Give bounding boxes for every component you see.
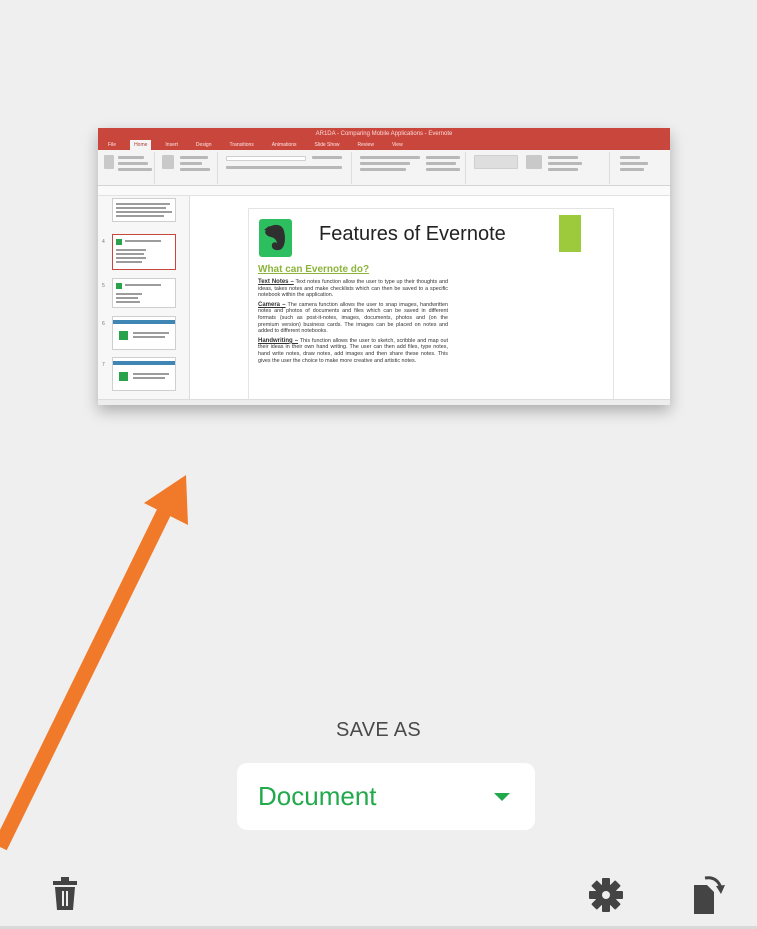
ribbon-group-clipboard	[100, 152, 155, 184]
ribbon-group-slides	[158, 152, 218, 184]
ribbon-group-drawing	[470, 152, 610, 184]
slide-thumbnails-pane: 4 5 6 7	[98, 196, 190, 399]
ribbon-tab: Insert	[165, 142, 178, 148]
dropdown-caret-icon	[494, 793, 510, 801]
ribbon-tab: Transitions	[229, 142, 254, 148]
slide-thumbnail	[112, 316, 176, 350]
delete-button[interactable]	[53, 877, 77, 910]
slide-thumbnail-selected	[112, 234, 176, 270]
powerpoint-status-bar	[98, 399, 670, 405]
save-as-label: SAVE AS	[335, 719, 422, 741]
slide-subtitle: What can Evernote do?	[258, 264, 370, 275]
gear-icon	[589, 878, 623, 912]
quick-access-toolbar	[98, 186, 670, 196]
ribbon-tab: File	[108, 142, 117, 148]
settings-button[interactable]	[589, 878, 623, 912]
rotate-button[interactable]	[691, 872, 725, 914]
slide-paragraph: Camera – The camera function allows the …	[258, 301, 448, 335]
slide-thumbnail	[112, 278, 176, 308]
slide-thumbnail	[112, 198, 176, 222]
trash-icon	[53, 877, 77, 910]
slide-paragraph: Handwriting – This function allows the u…	[258, 337, 448, 364]
slide-accent-bar	[559, 215, 581, 252]
scanned-image-preview[interactable]: AR1DA - Comparing Mobile Applications - …	[98, 128, 670, 405]
ribbon-tab: Review	[357, 142, 374, 148]
ribbon-tab: Design	[195, 142, 212, 148]
save-format-dropdown[interactable]: Document	[237, 763, 535, 830]
powerpoint-ribbon-tabs: File Home Insert Design Transitions Animation…	[98, 140, 670, 150]
selected-format: Document	[258, 781, 377, 811]
rotate-icon	[694, 876, 725, 914]
slide-canvas: Features of Evernote What can Evernote d…	[248, 208, 614, 401]
slide-title: Features of Evernote	[319, 223, 506, 245]
ribbon-tab: Slide Show	[314, 142, 340, 148]
ribbon-group-paragraph	[356, 152, 466, 184]
evernote-logo	[259, 219, 292, 257]
ribbon-group-font	[222, 152, 352, 184]
ribbon-group-editing	[614, 152, 668, 184]
slide-paragraph: Text Notes – Text notes function allow t…	[258, 279, 448, 299]
powerpoint-ribbon	[98, 150, 670, 186]
powerpoint-title-bar: AR1DA - Comparing Mobile Applications - …	[98, 128, 670, 140]
ribbon-tab: Animations	[271, 142, 297, 148]
slide-thumbnail	[112, 357, 176, 391]
ribbon-tab: View	[391, 142, 403, 148]
slide-body: Text Notes – Text notes function allow t…	[258, 279, 448, 367]
ribbon-tab: Home	[130, 140, 152, 150]
